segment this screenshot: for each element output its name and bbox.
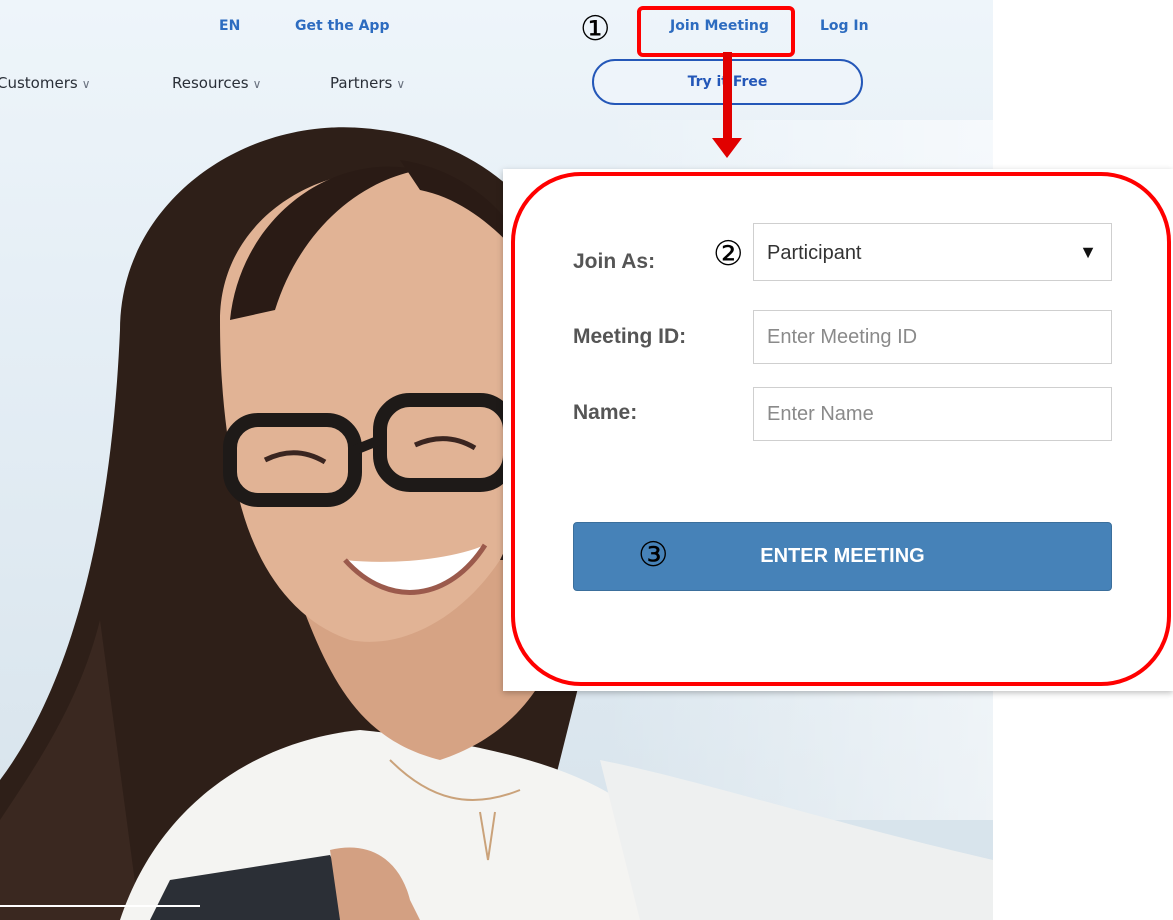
step-1-marker: ①	[580, 9, 611, 49]
arrow-down-icon	[712, 138, 742, 158]
nav-item-label: Customers	[0, 74, 78, 92]
nav-item-customers[interactable]: Customers ∨	[0, 74, 90, 92]
chevron-down-icon: ∨	[252, 77, 262, 91]
nav-item-partners[interactable]: Partners ∨	[330, 74, 405, 92]
arrow-shaft	[723, 52, 732, 142]
name-label: Name:	[573, 401, 638, 424]
chevron-down-icon: ∨	[396, 77, 406, 91]
join-as-label: Join As:	[573, 250, 656, 273]
nav-item-resources[interactable]: Resources ∨	[172, 74, 261, 92]
chevron-down-icon: ∨	[81, 77, 91, 91]
caret-down-icon: ▼	[1079, 242, 1097, 262]
nav-item-label: Partners	[330, 74, 393, 92]
get-app-link[interactable]: Get the App	[295, 18, 389, 34]
name-input[interactable]	[753, 387, 1112, 441]
log-in-link[interactable]: Log In	[820, 18, 869, 34]
meeting-id-input[interactable]	[753, 310, 1112, 364]
join-as-value: Participant	[767, 242, 862, 264]
meeting-id-label: Meeting ID:	[573, 325, 687, 348]
step-2-marker: ②	[713, 234, 744, 274]
step-3-marker: ③	[638, 535, 669, 575]
join-meeting-highlight	[637, 6, 795, 57]
language-link[interactable]: EN	[219, 18, 240, 34]
nav-item-label: Resources	[172, 74, 249, 92]
join-as-select[interactable]: Participant ▼	[753, 223, 1112, 281]
